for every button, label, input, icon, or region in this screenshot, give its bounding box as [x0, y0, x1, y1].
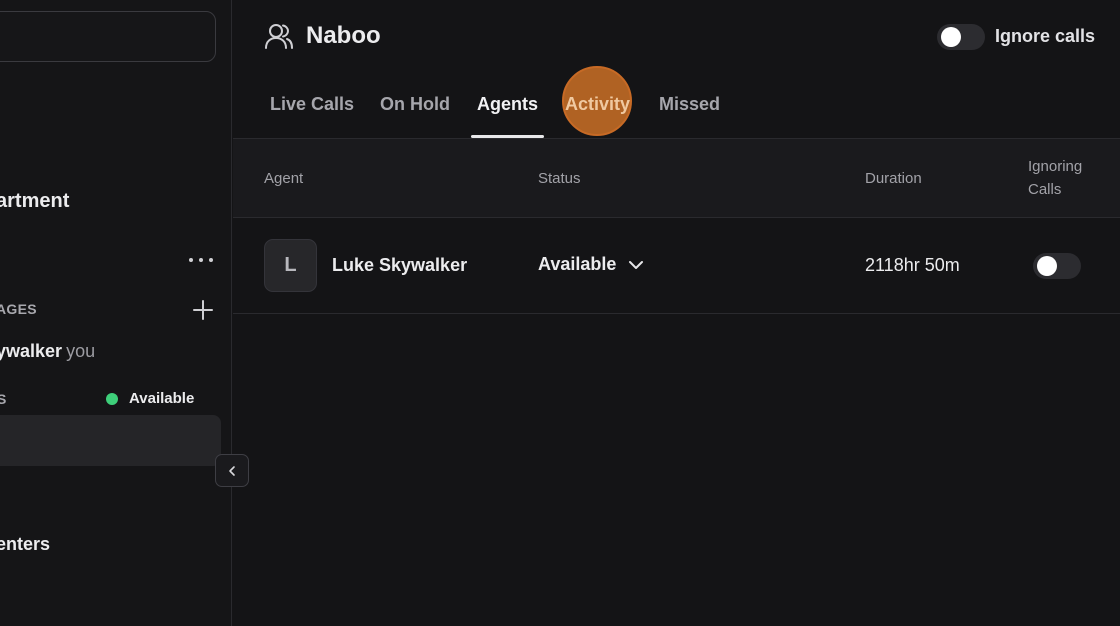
status-value: Available [129, 390, 195, 407]
ignore-calls-toggle[interactable] [937, 24, 985, 50]
tab-live-calls[interactable]: Live Calls [270, 94, 354, 115]
chevron-down-icon [629, 260, 644, 269]
current-user-item[interactable]: ywalker you [0, 341, 95, 362]
ignoring-calls-toggle[interactable] [1033, 253, 1081, 279]
centers-label[interactable]: enters [0, 534, 50, 555]
table-header: Agent Status Duration Ignoring Calls [233, 138, 1120, 218]
column-ignoring-calls-line1: Ignoring [1028, 158, 1083, 175]
column-agent: Agent [264, 170, 304, 187]
status-selector[interactable]: Available [106, 390, 194, 407]
app: artment AGES ywalkeryou S Available ente… [0, 0, 1120, 626]
column-duration: Duration [865, 170, 922, 187]
main-panel: Naboo Ignore calls Live Calls On Hold Ag… [233, 0, 1120, 626]
column-status: Status [538, 170, 581, 187]
agent-status-value: Available [538, 254, 617, 274]
column-ignoring-calls-line2: Calls [1028, 181, 1062, 198]
page-title: Naboo [306, 22, 381, 49]
more-icon[interactable] [187, 252, 215, 268]
tab-missed[interactable]: Missed [659, 94, 720, 115]
status-dot [106, 392, 118, 405]
agent-duration: 2118hr 50m [865, 255, 960, 275]
department-title: artment [0, 190, 70, 212]
current-user-name: ywalker [0, 341, 63, 361]
tab-activity[interactable]: Activity [565, 94, 630, 115]
collapse-sidebar-button[interactable] [215, 454, 249, 487]
sidebar-selected-item[interactable] [0, 415, 221, 466]
tab-agents[interactable]: Agents [477, 94, 538, 115]
search-input[interactable] [0, 11, 216, 62]
tab-bar: Live Calls On Hold Agents Activity Misse… [233, 80, 1120, 138]
messages-section-label: AGES [0, 301, 37, 317]
ignore-calls-label: Ignore calls [995, 26, 1096, 46]
agent-name: Luke Skywalker [332, 255, 468, 275]
users-icon [265, 24, 293, 49]
agent-status-dropdown[interactable]: Available [538, 254, 644, 275]
sidebar: artment AGES ywalkeryou S Available ente… [0, 0, 232, 626]
plus-icon[interactable] [192, 299, 214, 321]
table-row: L Luke Skywalker Available 2118hr 50m [233, 218, 1120, 314]
avatar: L [264, 239, 317, 292]
status-section-label: S [0, 391, 6, 407]
chevron-left-icon [229, 465, 235, 476]
tab-on-hold[interactable]: On Hold [380, 94, 450, 115]
current-user-suffix: you [66, 341, 96, 361]
